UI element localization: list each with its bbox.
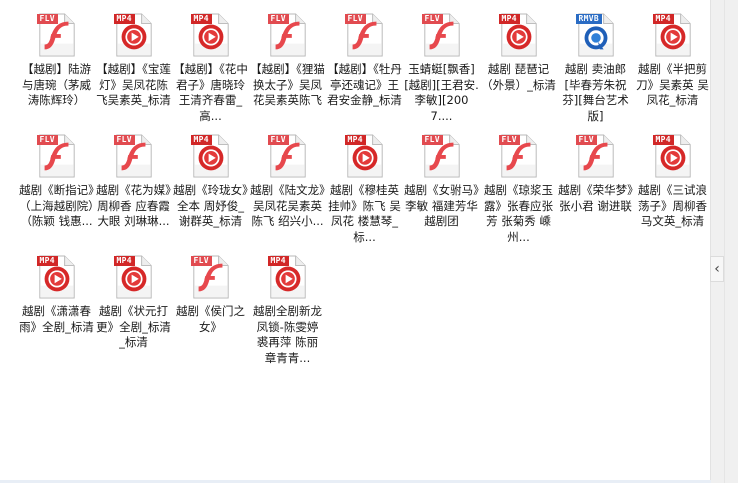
file-item[interactable]: FLV 玉蜻蜓[飘香][越剧][王君安.李敏][2007.... <box>403 12 480 133</box>
mp4-video-file-icon: MP4 <box>113 12 155 58</box>
file-type-badge: FLV <box>190 256 212 266</box>
file-item[interactable]: MP4 越剧《半把剪刀》吴素英 吴凤花_标清 <box>634 12 711 133</box>
file-item[interactable]: FLV 【越剧】《牡丹亭还魂记》王君安金静_标清 <box>326 12 403 133</box>
file-type-badge: FLV <box>113 135 135 145</box>
file-grid: FLV 【越剧】陆游与唐琬（茅威涛陈辉玲） MP4 【越剧】《宝莲灯》吴凤花陈飞吴素英… <box>18 12 710 482</box>
flash-video-file-icon: FLV <box>421 12 463 58</box>
file-item[interactable]: RMVB 越剧 卖油郎 [毕春芳朱祝芬][舞台艺术版] <box>557 12 634 133</box>
file-type-badge: MP4 <box>652 14 674 24</box>
sidebar-divider <box>724 0 725 483</box>
file-type-badge: FLV <box>498 135 520 145</box>
file-name-label: 越剧《女驸马》李敏 福建芳华越剧团 <box>404 183 479 228</box>
flash-video-file-icon: FLV <box>421 133 463 179</box>
mp4-video-file-icon: MP4 <box>36 254 78 300</box>
file-name-label: 越剧《状元打更》全剧_标清_标清 <box>96 304 171 349</box>
file-type-badge: MP4 <box>344 135 366 145</box>
mp4-video-file-icon: MP4 <box>344 133 386 179</box>
chevron-left-icon[interactable]: ‹ <box>710 256 724 282</box>
flash-video-file-icon: FLV <box>344 12 386 58</box>
mp4-video-file-icon: MP4 <box>498 12 540 58</box>
file-item[interactable]: MP4 越剧《潇潇春雨》全剧_标清 <box>18 254 95 375</box>
file-item[interactable]: FLV 越剧《侯门之女》 <box>172 254 249 375</box>
file-item[interactable]: MP4 越剧《穆桂英挂帅》陈飞 吴凤花 楼慧琴_标... <box>326 133 403 254</box>
file-item[interactable]: FLV 【越剧】《狸猫换太子》吴凤花吴素英陈飞 <box>249 12 326 133</box>
file-name-label: 越剧《荣华梦》张小君 谢进联 <box>558 183 633 213</box>
file-name-label: 越剧《断指记》（上海越剧院）（陈颖 钱惠... <box>19 183 94 228</box>
right-sidebar <box>710 0 738 483</box>
file-type-badge: FLV <box>344 14 366 24</box>
mp4-video-file-icon: MP4 <box>652 133 694 179</box>
file-item[interactable]: MP4 越剧全剧新龙凤锁-陈雯婷 裘再萍 陈丽 章青青... <box>249 254 326 375</box>
file-item[interactable]: MP4 越剧《状元打更》全剧_标清_标清 <box>95 254 172 375</box>
file-item[interactable]: FLV 越剧《陆文龙》吴凤花吴素英 陈飞 绍兴小... <box>249 133 326 254</box>
mp4-video-file-icon: MP4 <box>190 12 232 58</box>
file-name-label: 越剧《琼浆玉露》张春应张芳 张菊秀 嵊州... <box>484 183 553 244</box>
file-type-badge: MP4 <box>36 256 58 266</box>
file-item[interactable]: MP4 越剧《玲珑女》全本 周妤俊_谢群英_标清 <box>172 133 249 254</box>
file-name-label: 【越剧】陆游与唐琬（茅威涛陈辉玲） <box>22 62 91 107</box>
flash-video-file-icon: FLV <box>267 133 309 179</box>
file-item[interactable]: MP4 【越剧】《花中君子》唐晓玲王清齐春雷_高... <box>172 12 249 133</box>
mp4-video-file-icon: MP4 <box>267 254 309 300</box>
file-name-label: 越剧 琵琶记（外景）_标清 <box>481 62 556 92</box>
file-name-label: 越剧《潇潇春雨》全剧_标清 <box>19 304 94 334</box>
flash-video-file-icon: FLV <box>36 133 78 179</box>
file-type-badge: FLV <box>36 135 58 145</box>
flash-video-file-icon: FLV <box>498 133 540 179</box>
file-name-label: 越剧《陆文龙》吴凤花吴素英 陈飞 绍兴小... <box>250 183 325 228</box>
file-item[interactable]: MP4 越剧 琵琶记（外景）_标清 <box>480 12 557 133</box>
file-name-label: 越剧《三试浪荡子》周柳香 马文英_标清 <box>638 183 707 228</box>
file-type-badge: FLV <box>36 14 58 24</box>
file-type-badge: FLV <box>267 135 289 145</box>
file-name-label: 【越剧】《牡丹亭还魂记》王君安金静_标清 <box>327 62 402 107</box>
file-type-badge: MP4 <box>498 14 520 24</box>
flash-video-file-icon: FLV <box>575 133 617 179</box>
file-type-badge: MP4 <box>113 14 135 24</box>
file-type-badge: FLV <box>575 135 597 145</box>
rmvb-video-file-icon: RMVB <box>575 12 617 58</box>
file-item[interactable]: FLV 【越剧】陆游与唐琬（茅威涛陈辉玲） <box>18 12 95 133</box>
file-type-badge: FLV <box>421 14 443 24</box>
mp4-video-file-icon: MP4 <box>113 254 155 300</box>
file-item[interactable]: FLV 越剧《女驸马》李敏 福建芳华越剧团 <box>403 133 480 254</box>
file-name-label: 【越剧】《花中君子》唐晓玲王清齐春雷_高... <box>173 62 248 123</box>
file-item[interactable]: FLV 越剧《花为媒》周柳香 应春霞 大眼 刘琳琳... <box>95 133 172 254</box>
file-name-label: 越剧《穆桂英挂帅》陈飞 吴凤花 楼慧琴_标... <box>328 183 401 244</box>
file-type-badge: MP4 <box>113 256 135 266</box>
flash-video-file-icon: FLV <box>36 12 78 58</box>
file-name-label: 越剧 卖油郎 [毕春芳朱祝芬][舞台艺术版] <box>562 62 629 123</box>
file-name-label: 玉蜻蜓[飘香][越剧][王君安.李敏][2007.... <box>404 62 479 123</box>
file-type-badge: MP4 <box>190 135 212 145</box>
file-type-badge: MP4 <box>267 256 289 266</box>
file-type-badge: MP4 <box>652 135 674 145</box>
mp4-video-file-icon: MP4 <box>190 133 232 179</box>
file-name-label: 【越剧】《狸猫换太子》吴凤花吴素英陈飞 <box>250 62 325 107</box>
file-type-badge: FLV <box>267 14 289 24</box>
file-name-label: 越剧《玲珑女》全本 周妤俊_谢群英_标清 <box>173 183 248 228</box>
file-name-label: 越剧《半把剪刀》吴素英 吴凤花_标清 <box>636 62 709 107</box>
flash-video-file-icon: FLV <box>113 133 155 179</box>
file-item[interactable]: FLV 越剧《断指记》（上海越剧院）（陈颖 钱惠... <box>18 133 95 254</box>
file-name-label: 越剧全剧新龙凤锁-陈雯婷 裘再萍 陈丽 章青青... <box>253 304 322 365</box>
file-item[interactable]: FLV 越剧《琼浆玉露》张春应张芳 张菊秀 嵊州... <box>480 133 557 254</box>
file-name-label: 越剧《侯门之女》 <box>176 304 245 334</box>
flash-video-file-icon: FLV <box>190 254 232 300</box>
file-type-badge: RMVB <box>575 14 602 24</box>
mp4-video-file-icon: MP4 <box>652 12 694 58</box>
file-name-label: 越剧《花为媒》周柳香 应春霞 大眼 刘琳琳... <box>96 183 171 228</box>
flash-video-file-icon: FLV <box>267 12 309 58</box>
file-item[interactable]: MP4 越剧《三试浪荡子》周柳香 马文英_标清 <box>634 133 711 254</box>
file-item[interactable]: FLV 越剧《荣华梦》张小君 谢进联 <box>557 133 634 254</box>
file-type-badge: MP4 <box>190 14 212 24</box>
file-item[interactable]: MP4 【越剧】《宝莲灯》吴凤花陈飞吴素英_标清 <box>95 12 172 133</box>
file-type-badge: FLV <box>421 135 443 145</box>
file-name-label: 【越剧】《宝莲灯》吴凤花陈飞吴素英_标清 <box>96 62 171 107</box>
